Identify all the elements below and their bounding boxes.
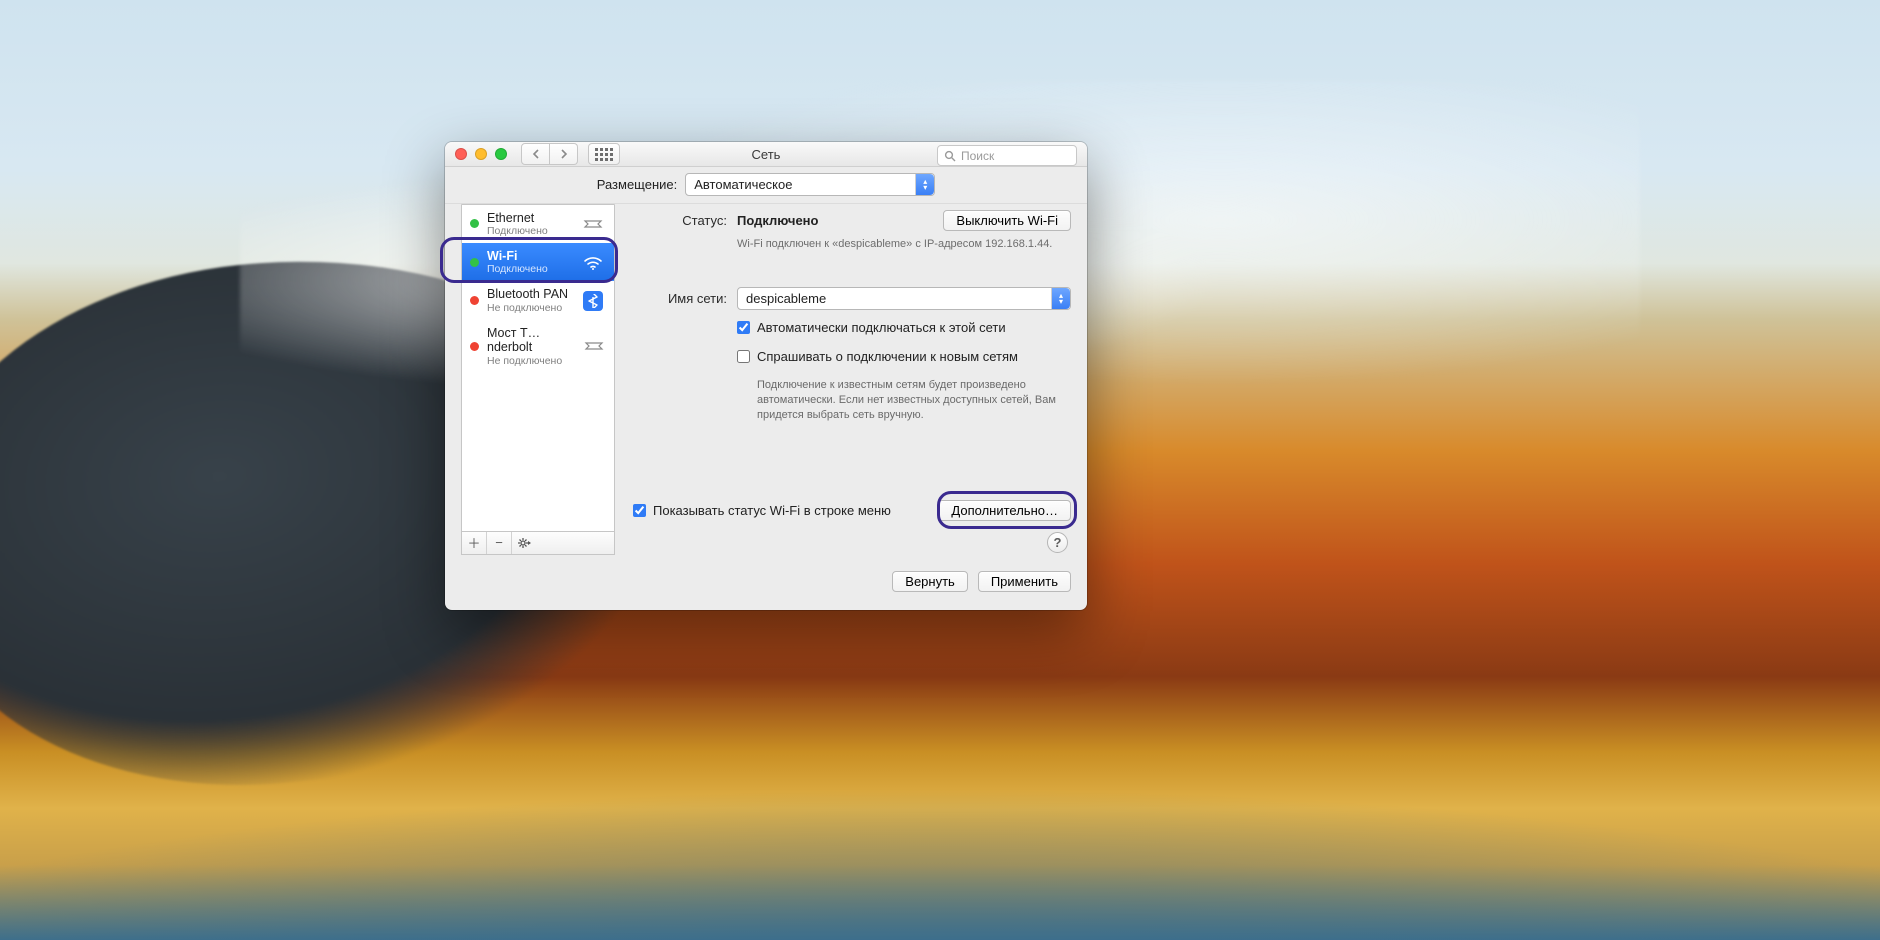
search-placeholder: Поиск: [961, 149, 994, 163]
wifi-icon: [580, 251, 606, 273]
network-name-popup[interactable]: despicableme ▴▾: [737, 287, 1071, 310]
auto-join-checkbox[interactable]: Автоматически подключаться к этой сети: [737, 320, 1006, 335]
content-body: Ethernet Подключено Wi-Fi Подключено: [445, 204, 1087, 565]
chevron-up-down-icon: ▴▾: [915, 174, 934, 195]
bottom-options-row: Показывать статус Wi-Fi в строке меню До…: [633, 500, 1071, 521]
list-footer: ＋ −: [461, 531, 615, 555]
zoom-button[interactable]: [495, 148, 507, 160]
close-button[interactable]: [455, 148, 467, 160]
search-input[interactable]: Поиск: [937, 145, 1077, 166]
nav-buttons: [521, 143, 578, 165]
interface-status: Подключено: [487, 263, 548, 275]
menubar-label: Показывать статус Wi-Fi в строке меню: [653, 503, 891, 518]
sidebar: Ethernet Подключено Wi-Fi Подключено: [461, 204, 615, 555]
auto-join-label: Автоматически подключаться к этой сети: [757, 320, 1006, 335]
status-hint: Wi-Fi подключен к «despicableme» с IP-ад…: [737, 237, 1052, 252]
interface-list: Ethernet Подключено Wi-Fi Подключено: [461, 204, 615, 532]
search-icon: [944, 150, 956, 162]
sidebar-item-thunderbolt-bridge[interactable]: Мост T…nderbolt Не подключено: [462, 320, 614, 373]
location-row: Размещение: Автоматическое ▴▾: [445, 167, 1087, 203]
interface-status: Подключено: [487, 225, 548, 237]
sidebar-item-wifi[interactable]: Wi-Fi Подключено: [462, 243, 614, 281]
gear-icon: [517, 537, 531, 549]
network-preferences-window: Сеть Поиск Размещение: Автоматическое ▴▾…: [445, 142, 1087, 610]
status-label: Статус:: [633, 213, 727, 228]
apply-button[interactable]: Применить: [978, 571, 1071, 592]
remove-interface-button[interactable]: −: [487, 532, 512, 554]
auto-join-input[interactable]: [737, 321, 750, 334]
advanced-button[interactable]: Дополнительно…: [938, 500, 1071, 521]
chevron-up-down-icon: ▴▾: [1051, 288, 1070, 309]
toggle-wifi-button[interactable]: Выключить Wi-Fi: [943, 210, 1071, 231]
ask-join-label: Спрашивать о подключении к новым сетям: [757, 349, 1018, 364]
ethernet-icon: [583, 335, 606, 357]
detail-panel: Статус: Подключено Выключить Wi-Fi Wi-Fi…: [633, 204, 1071, 555]
chevron-left-icon: [532, 149, 540, 159]
ask-join-hint: Подключение к известным сетям будет прои…: [757, 378, 1057, 423]
sidebar-item-bluetooth-pan[interactable]: Bluetooth PAN Не подключено: [462, 281, 614, 319]
menubar-input[interactable]: [633, 504, 646, 517]
chevron-right-icon: [560, 149, 568, 159]
interface-status: Не подключено: [487, 302, 568, 314]
grid-icon: [595, 148, 613, 161]
interface-name: Мост T…nderbolt: [487, 326, 575, 355]
help-button[interactable]: ?: [1047, 532, 1068, 553]
interface-name: Bluetooth PAN: [487, 287, 568, 301]
status-dot-icon: [470, 258, 479, 267]
window-footer: Вернуть Применить: [445, 565, 1087, 610]
ask-join-input[interactable]: [737, 350, 750, 363]
add-interface-button[interactable]: ＋: [462, 532, 487, 554]
sidebar-item-ethernet[interactable]: Ethernet Подключено: [462, 205, 614, 243]
interface-status: Не подключено: [487, 355, 575, 367]
status-dot-icon: [470, 342, 479, 351]
titlebar: Сеть Поиск: [445, 142, 1087, 167]
interface-name: Ethernet: [487, 211, 548, 225]
show-all-button[interactable]: [588, 143, 620, 165]
status-dot-icon: [470, 296, 479, 305]
location-label: Размещение:: [597, 177, 678, 192]
bluetooth-icon: [580, 290, 606, 312]
interface-name: Wi-Fi: [487, 249, 548, 263]
window-controls: [455, 148, 507, 160]
ask-join-checkbox[interactable]: Спрашивать о подключении к новым сетям: [737, 349, 1018, 364]
interface-actions-button[interactable]: [512, 532, 536, 554]
network-name-label: Имя сети:: [633, 291, 727, 306]
menubar-checkbox[interactable]: Показывать статус Wi-Fi в строке меню: [633, 503, 891, 518]
network-name-value: despicableme: [746, 291, 826, 306]
location-value: Автоматическое: [694, 177, 792, 192]
status-dot-icon: [470, 219, 479, 228]
location-popup[interactable]: Автоматическое ▴▾: [685, 173, 935, 196]
revert-button[interactable]: Вернуть: [892, 571, 968, 592]
minimize-button[interactable]: [475, 148, 487, 160]
back-button[interactable]: [521, 143, 550, 165]
forward-button[interactable]: [550, 143, 578, 165]
ethernet-icon: [580, 213, 606, 235]
status-value: Подключено: [737, 213, 818, 228]
